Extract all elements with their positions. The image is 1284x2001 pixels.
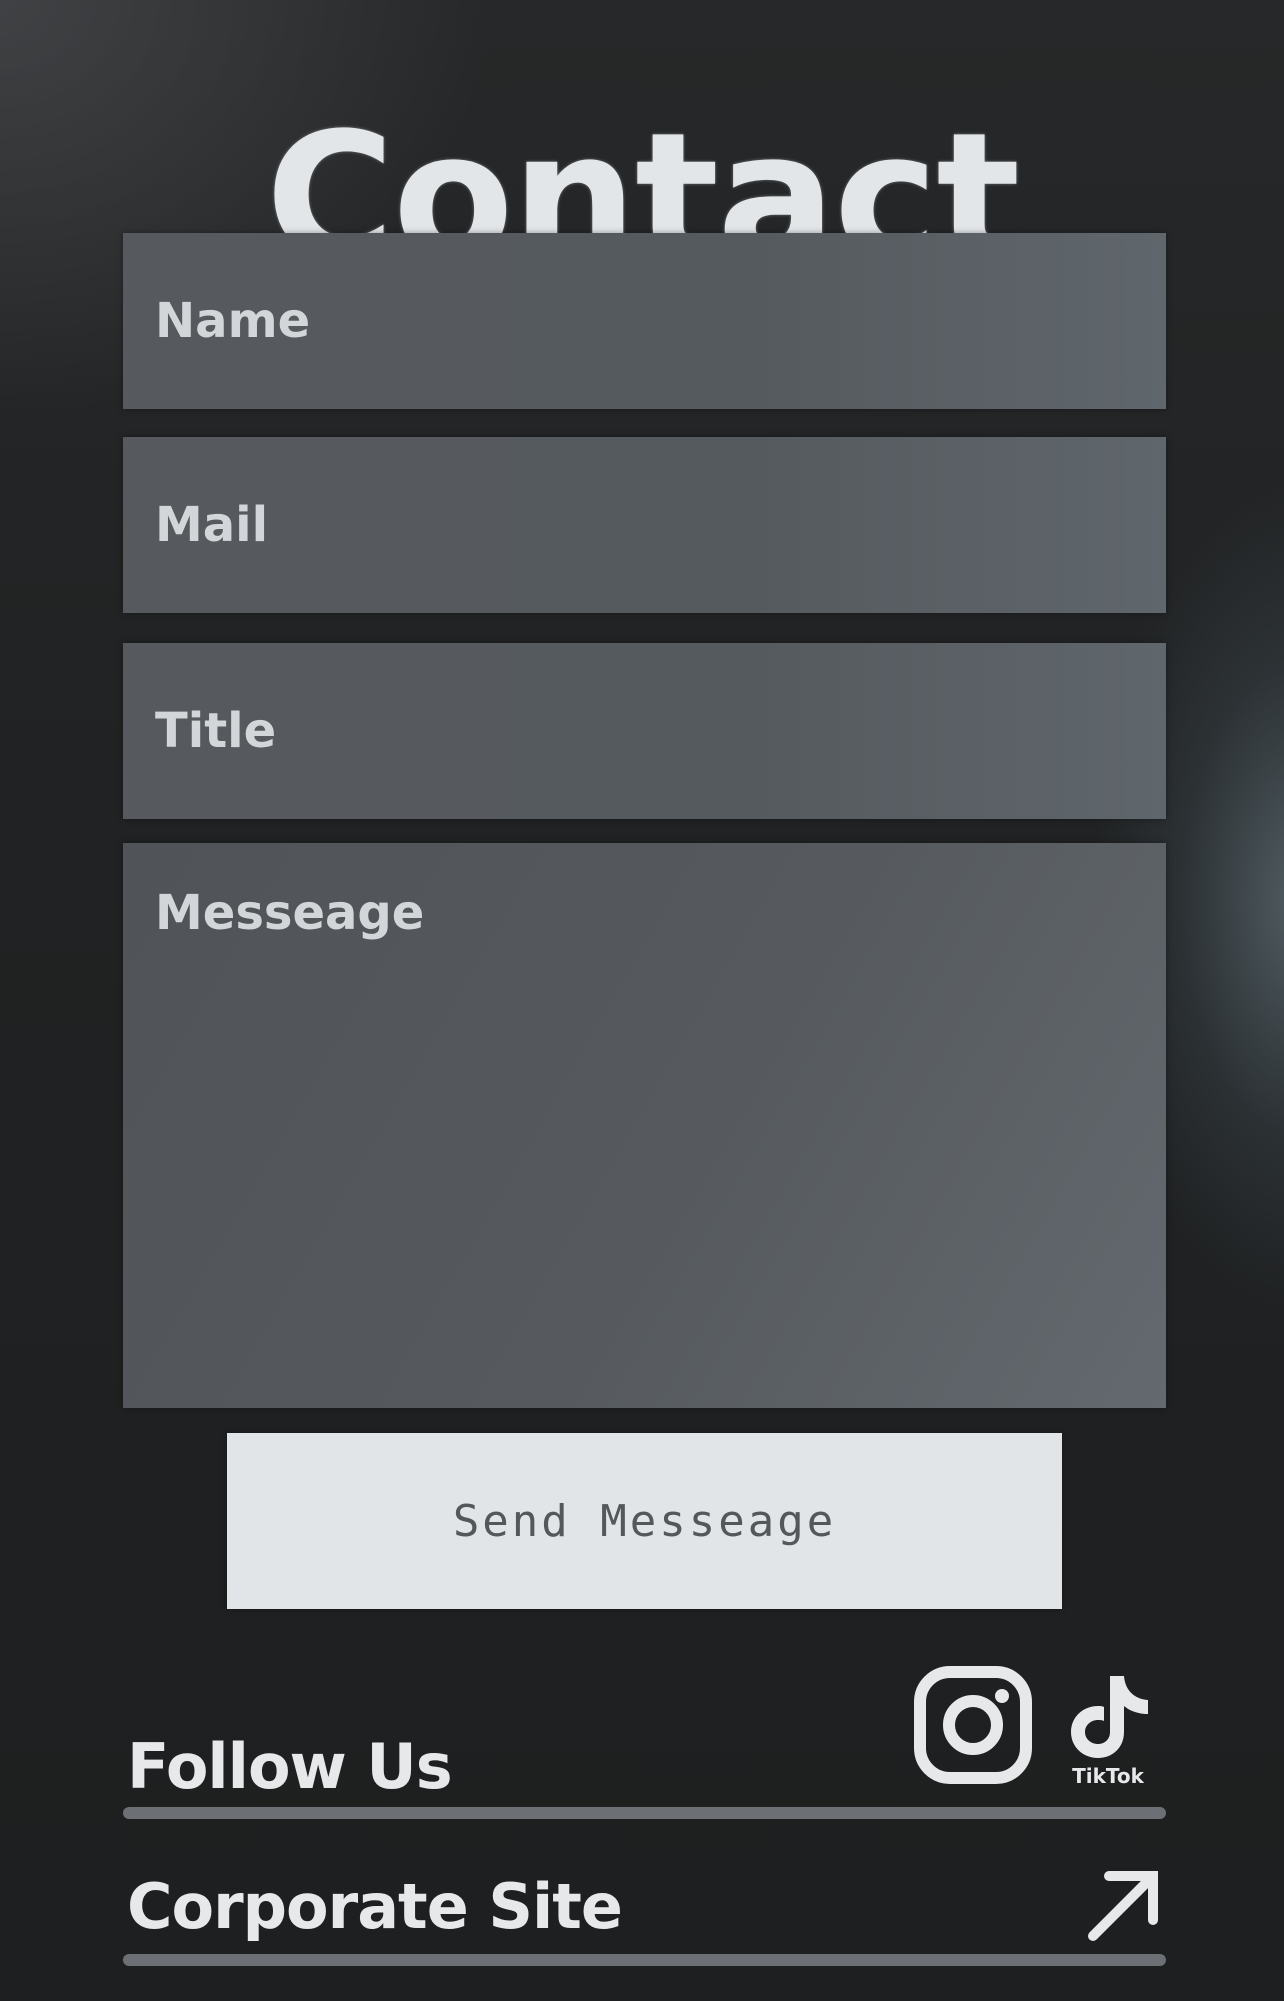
instagram-icon[interactable] — [913, 1665, 1033, 1785]
follow-us-label: Follow Us — [127, 1730, 453, 1803]
corporate-site-label: Corporate Site — [127, 1870, 623, 1943]
arrow-up-right-icon — [1088, 1871, 1158, 1941]
tiktok-wordmark: TikTok — [1072, 1764, 1144, 1788]
follow-us-section: Follow Us TikTok — [123, 1660, 1166, 1820]
name-field[interactable] — [123, 233, 1166, 409]
tiktok-glyph — [1071, 1676, 1148, 1758]
corporate-site-link[interactable]: Corporate Site — [123, 1860, 1166, 1960]
follow-us-divider — [123, 1807, 1166, 1819]
mail-field[interactable] — [123, 437, 1166, 613]
tiktok-icon[interactable]: TikTok — [1058, 1670, 1158, 1794]
corporate-site-divider — [123, 1954, 1166, 1966]
title-field[interactable] — [123, 643, 1166, 819]
send-message-button[interactable]: Send Messeage — [227, 1433, 1062, 1609]
message-field[interactable] — [123, 843, 1166, 1408]
